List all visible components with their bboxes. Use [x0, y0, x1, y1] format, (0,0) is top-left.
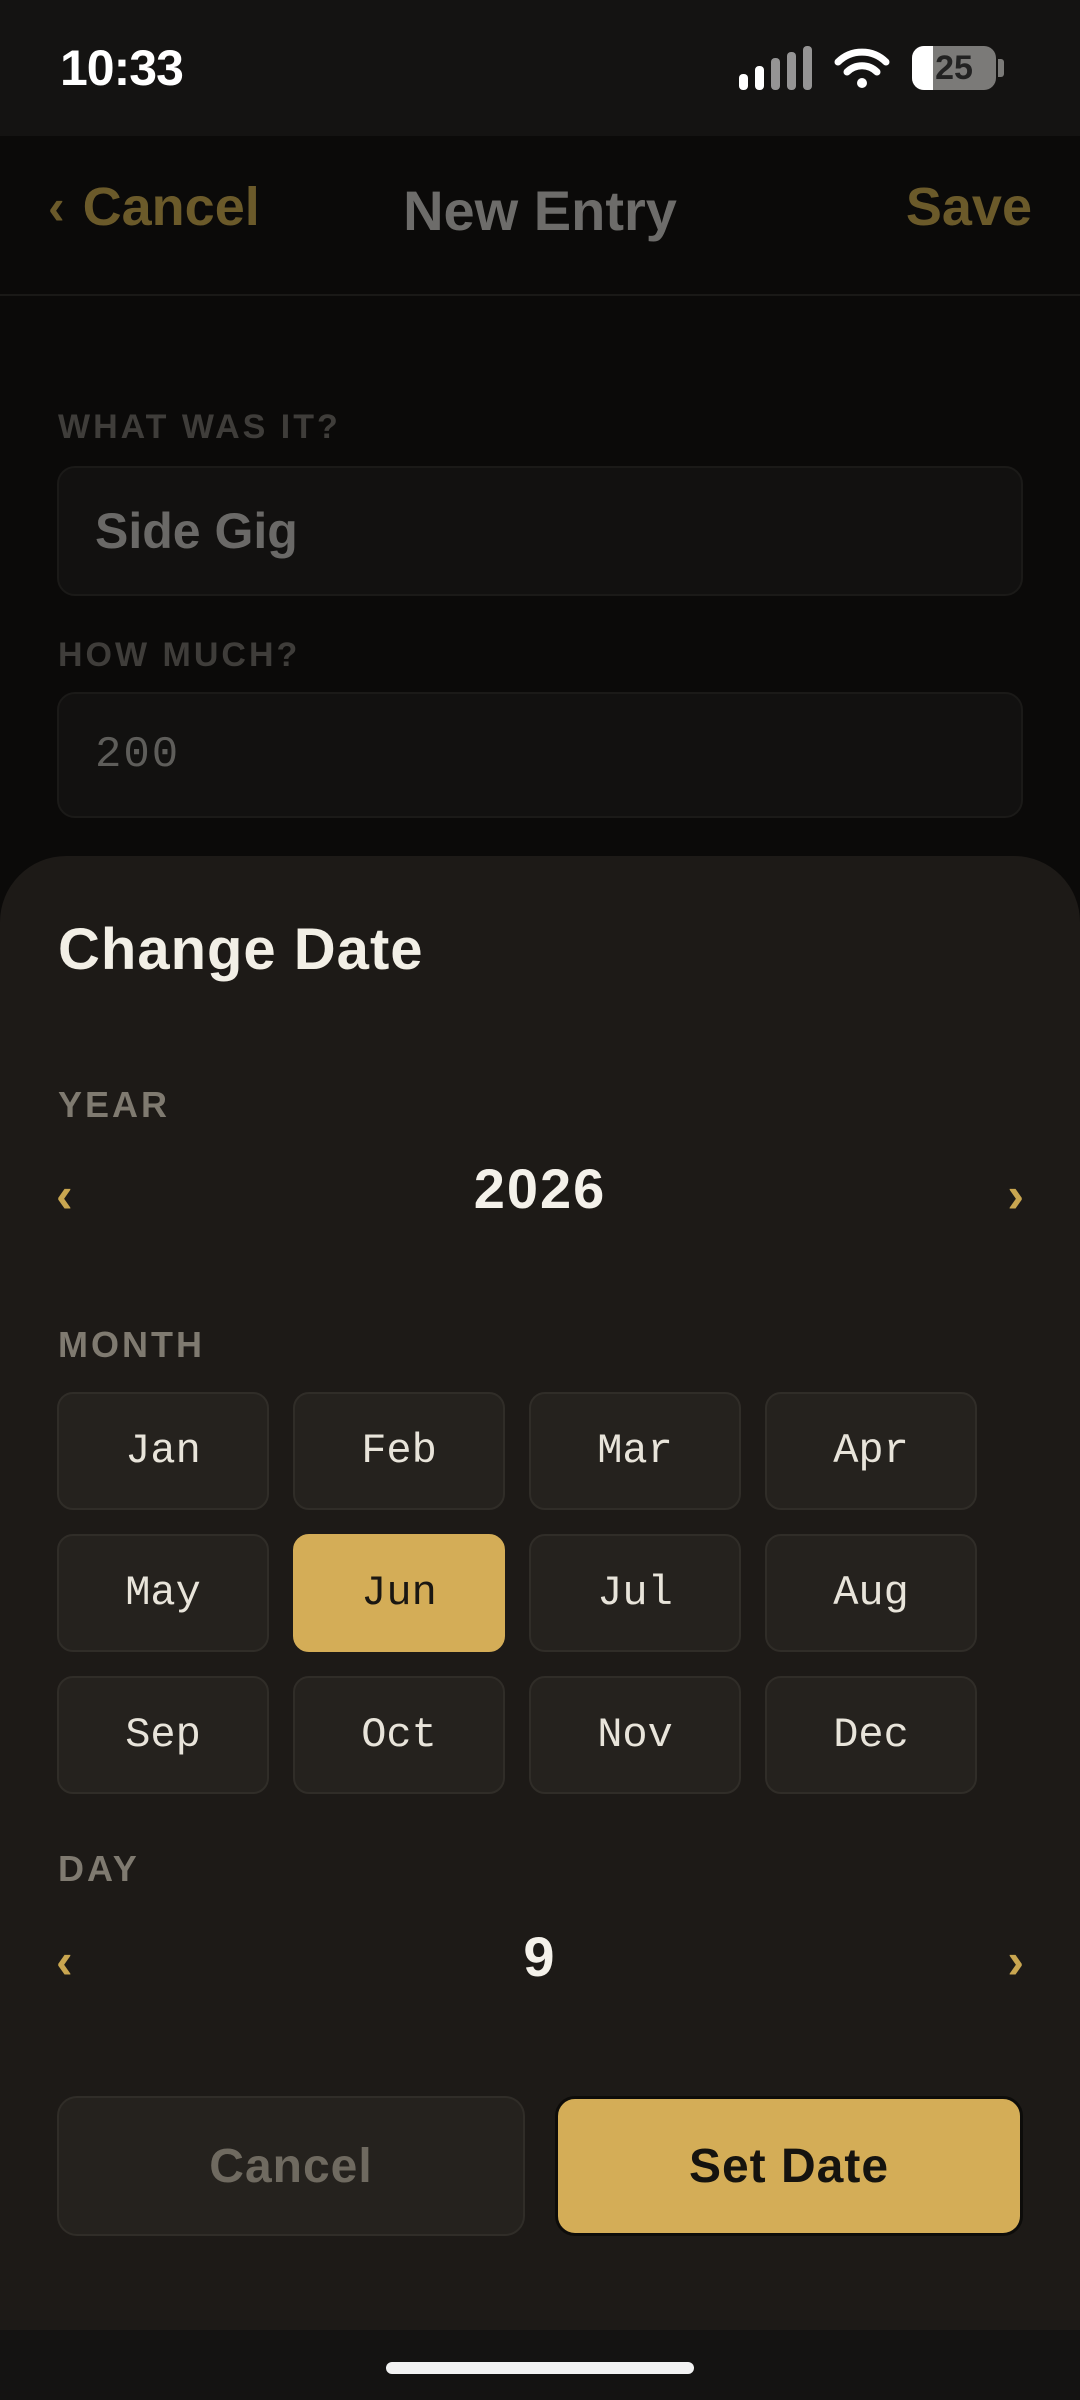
month-button-mar[interactable]: Mar — [529, 1392, 741, 1510]
nav-bar: ‹ Cancel New Entry Save — [0, 136, 1080, 296]
signal-icon — [739, 46, 812, 90]
change-date-sheet: Change Date YEAR ‹ 2026 › MONTH Jan Feb Ma… — [0, 856, 1080, 2330]
battery-fill — [912, 46, 933, 90]
battery-body: 25 — [912, 46, 996, 90]
day-label: DAY — [58, 1848, 140, 1889]
month-button-feb[interactable]: Feb — [293, 1392, 505, 1510]
month-button-may[interactable]: May — [57, 1534, 269, 1652]
month-button-dec[interactable]: Dec — [765, 1676, 977, 1794]
amount-field-label: HOW MUCH? — [58, 636, 301, 674]
name-field-value: Side Gig — [95, 503, 298, 559]
month-label: MONTH — [58, 1324, 205, 1365]
wifi-icon — [834, 48, 890, 88]
status-bar: 10:33 25 — [0, 0, 1080, 136]
month-button-aug[interactable]: Aug — [765, 1534, 977, 1652]
month-button-jun[interactable]: Jun — [293, 1534, 505, 1652]
screen: 10:33 25 ‹ Cancel New Entry Save WHAT WA… — [0, 0, 1080, 2400]
set-date-button[interactable]: Set Date — [555, 2096, 1023, 2236]
year-next-button[interactable]: › — [1007, 1166, 1024, 1224]
month-button-nov[interactable]: Nov — [529, 1676, 741, 1794]
status-icons: 25 — [739, 46, 1004, 90]
day-value: 9 — [523, 1925, 557, 1988]
month-button-apr[interactable]: Apr — [765, 1392, 977, 1510]
home-indicator-area — [0, 2330, 1080, 2400]
name-field-label: WHAT WAS IT? — [58, 408, 341, 446]
sheet-cancel-button[interactable]: Cancel — [57, 2096, 525, 2236]
month-button-jan[interactable]: Jan — [57, 1392, 269, 1510]
month-button-oct[interactable]: Oct — [293, 1676, 505, 1794]
amount-field-value: 200 — [95, 730, 181, 780]
home-indicator[interactable] — [386, 2362, 694, 2374]
month-button-jul[interactable]: Jul — [529, 1534, 741, 1652]
nav-save-button[interactable]: Save — [906, 176, 1032, 238]
battery-icon: 25 — [912, 46, 1004, 90]
amount-field[interactable]: 200 — [57, 692, 1023, 818]
month-grid: Jan Feb Mar Apr May Jun Jul Aug Sep Oct Nov Dec — [57, 1392, 977, 1794]
status-time: 10:33 — [60, 40, 184, 96]
name-field[interactable]: Side Gig — [57, 466, 1023, 596]
battery-tip — [998, 59, 1004, 77]
sheet-title: Change Date — [58, 917, 424, 982]
year-value: 2026 — [473, 1157, 607, 1220]
day-next-button[interactable]: › — [1007, 1932, 1024, 1990]
year-label: YEAR — [58, 1084, 171, 1125]
month-button-sep[interactable]: Sep — [57, 1676, 269, 1794]
battery-level: 25 — [935, 48, 973, 87]
